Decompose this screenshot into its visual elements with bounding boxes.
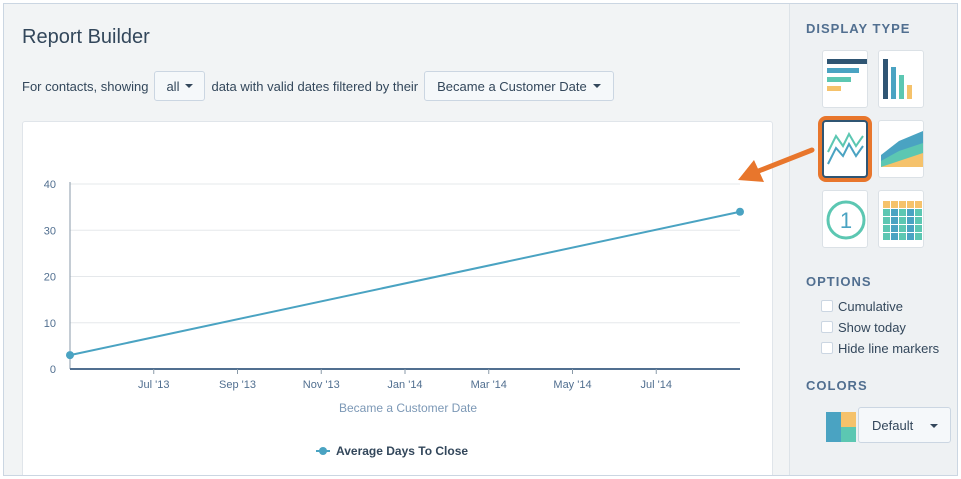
caret-down-icon	[185, 84, 194, 88]
table-cell	[883, 233, 890, 240]
table-cell	[899, 209, 906, 216]
horizontal-bar-chart-icon	[827, 59, 867, 91]
table-cell	[891, 209, 898, 216]
option-label: Hide line markers	[838, 340, 940, 356]
table-cell	[907, 217, 914, 224]
vertical-bar-chart-icon	[883, 59, 912, 99]
legend-marker	[319, 447, 327, 455]
caret-down-icon	[930, 424, 938, 428]
x-tick-label: Sep '13	[219, 379, 256, 391]
display-type-area[interactable]	[878, 120, 924, 178]
table-cell	[915, 201, 922, 208]
legend-label: Average Days To Close	[336, 444, 468, 458]
scope-dropdown[interactable]: all	[154, 71, 206, 101]
checkbox[interactable]	[821, 321, 833, 333]
options-heading: OPTIONS	[806, 274, 872, 289]
date-field-dropdown[interactable]: Became a Customer Date	[424, 71, 614, 101]
table-grid-icon	[883, 201, 922, 240]
option-cumulative[interactable]: Cumulative	[821, 298, 903, 314]
y-tick-label: 10	[44, 318, 56, 330]
x-tick-label: Jan '14	[387, 379, 422, 391]
option-show-today[interactable]: Show today	[821, 319, 906, 335]
display-type-horizontal-bar[interactable]	[822, 50, 868, 108]
area-chart-icon	[881, 131, 923, 167]
table-cell	[891, 225, 898, 232]
table-cell	[899, 201, 906, 208]
report-builder-window: Report Builder For contacts, showing all…	[3, 3, 958, 476]
table-cell	[907, 209, 914, 216]
table-cell	[883, 209, 890, 216]
data-point-marker	[66, 351, 74, 360]
color-palette-swatch-icon	[826, 412, 856, 442]
table-cell	[915, 225, 922, 232]
chart-card: 0 10 20 30 40 Jul '13 Sep '13 Nov '13 Jan '14 Mar…	[22, 121, 773, 475]
filter-sentence: For contacts, showing all data with vali…	[22, 71, 620, 101]
table-cell	[907, 233, 914, 240]
table-cell	[915, 217, 922, 224]
table-cell	[915, 233, 922, 240]
checkbox[interactable]	[821, 342, 833, 354]
x-tick-label: Nov '13	[303, 379, 340, 391]
date-field-dropdown-label: Became a Customer Date	[437, 78, 587, 94]
filter-middle-text: data with valid dates filtered by their	[211, 78, 419, 94]
y-tick-label: 0	[50, 364, 56, 376]
colors-dropdown[interactable]: Default	[858, 407, 951, 443]
single-number-glyph: 1	[840, 208, 852, 233]
table-cell	[907, 225, 914, 232]
x-axis-label: Became a Customer Date	[339, 401, 477, 415]
option-label: Show today	[838, 319, 906, 335]
x-tick-label: May '14	[553, 379, 591, 391]
data-point-marker	[736, 207, 744, 216]
display-type-line[interactable]	[822, 120, 868, 178]
page-title: Report Builder	[22, 26, 150, 48]
option-label: Cumulative	[838, 298, 904, 314]
annotation-arrow-icon	[738, 147, 815, 182]
table-cell	[899, 217, 906, 224]
table-cell	[883, 201, 890, 208]
table-cell	[891, 201, 898, 208]
filter-prefix-text: For contacts, showing	[22, 78, 149, 94]
option-hide-line-markers[interactable]: Hide line markers	[821, 340, 939, 356]
table-cell	[915, 209, 922, 216]
table-cell	[899, 225, 906, 232]
y-tick-label: 40	[44, 179, 56, 191]
display-type-single-number[interactable]: 1	[822, 190, 868, 248]
series-line	[69, 210, 741, 357]
display-type-table[interactable]	[878, 190, 924, 248]
display-type-vertical-bar[interactable]	[878, 50, 924, 108]
single-number-icon: 1	[826, 200, 866, 240]
x-tick-label: Jul '13	[138, 379, 169, 391]
table-cell	[883, 217, 890, 224]
table-cell	[891, 217, 898, 224]
y-tick-label: 30	[44, 225, 56, 237]
x-tick-label: Mar '14	[471, 379, 507, 391]
main-panel: Report Builder For contacts, showing all…	[4, 4, 789, 475]
display-type-heading: DISPLAY TYPE	[806, 21, 911, 36]
scope-dropdown-label: all	[166, 78, 180, 94]
table-cell	[907, 201, 914, 208]
table-cell	[883, 225, 890, 232]
colors-heading: COLORS	[806, 378, 868, 393]
y-tick-label: 20	[44, 272, 56, 284]
line-chart-icon	[827, 131, 864, 165]
colors-dropdown-label: Default	[872, 417, 914, 433]
table-cell	[899, 233, 906, 240]
sidebar: DISPLAY TYPE 1 OPTIONS Cumulative Show t…	[789, 4, 957, 475]
caret-down-icon	[592, 84, 601, 88]
x-tick-label: Jul '14	[641, 379, 672, 391]
table-cell	[891, 233, 898, 240]
line-chart: 0 10 20 30 40 Jul '13 Sep '13 Nov '13 Jan '14 Mar…	[44, 179, 744, 458]
checkbox[interactable]	[821, 300, 833, 312]
